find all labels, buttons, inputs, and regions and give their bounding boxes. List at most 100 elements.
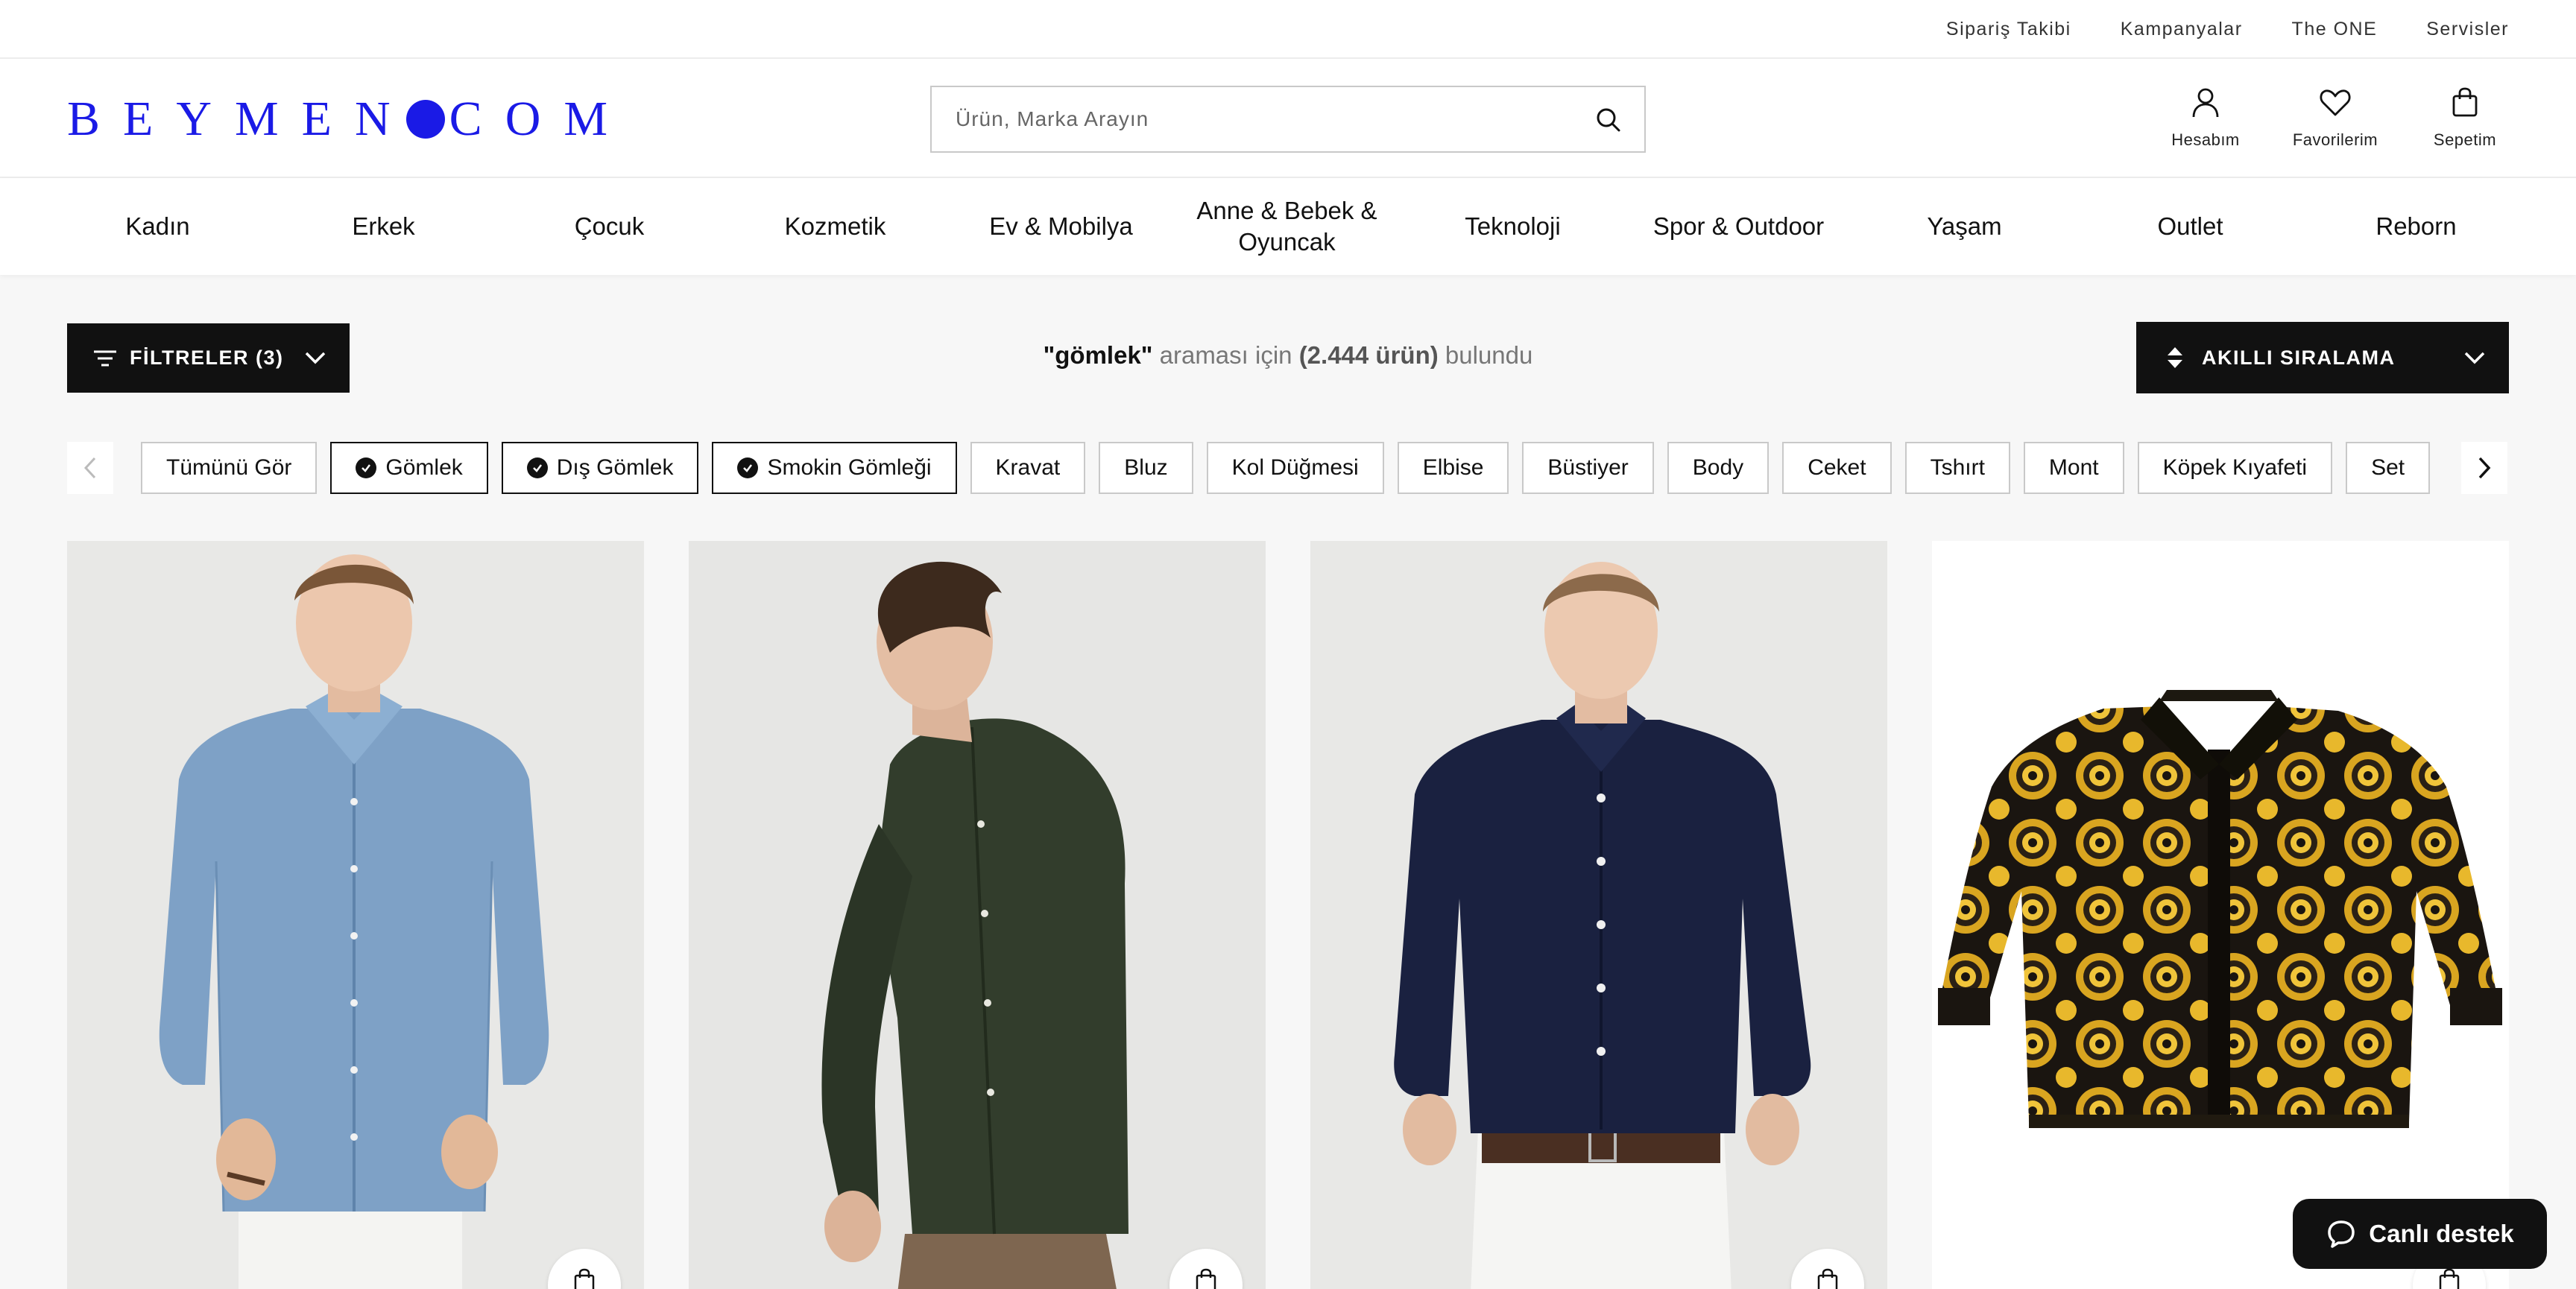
search-input[interactable] — [956, 87, 1567, 151]
result-count: (2.444 ürün) — [1298, 341, 1439, 369]
chip-label: Smokin Gömleği — [767, 455, 932, 480]
site-header: BEYMEN COM Hesabım Favorilerim — [0, 59, 2576, 178]
chip-label: Büstiyer — [1547, 455, 1629, 480]
cart-button[interactable]: Sepetim — [2421, 84, 2509, 150]
nav-item-erkek[interactable]: Erkek — [271, 178, 496, 275]
main-category-nav: Kadın Erkek Çocuk Kozmetik Ev & Mobilya … — [0, 178, 2576, 275]
chips-prev-button[interactable] — [67, 442, 113, 494]
shopping-bag-icon — [2439, 1268, 2460, 1289]
chip-dis-gomlek[interactable]: Dış Gömlek — [501, 442, 699, 494]
product-image — [67, 541, 644, 1289]
beymen-logo[interactable]: BEYMEN COM — [67, 92, 631, 146]
chip-label: Body — [1692, 455, 1744, 480]
live-support-label: Canlı destek — [2369, 1220, 2514, 1247]
chip-label: Ceket — [1808, 455, 1866, 480]
favorites-button[interactable]: Favorilerim — [2291, 84, 2379, 150]
shopping-bag-icon — [2452, 87, 2478, 117]
product-image — [1310, 541, 1887, 1289]
heart-icon — [2320, 89, 2351, 116]
product-card[interactable] — [1932, 541, 2509, 1289]
product-image — [689, 541, 1266, 1289]
utility-links: Sipariş Takibi Kampanyalar The ONE Servi… — [1946, 0, 2509, 59]
chip-kopek-kiyafeti[interactable]: Köpek Kıyafeti — [2137, 442, 2333, 494]
campaigns-link[interactable]: Kampanyalar — [2121, 19, 2243, 40]
user-icon — [2192, 88, 2219, 118]
category-chips: Tümünü Gör Gömlek Dış Gömlek Smokin Göml… — [141, 442, 2431, 494]
shopping-bag-icon — [574, 1268, 595, 1289]
chip-set[interactable]: Set — [2346, 442, 2431, 494]
chat-bubble-icon — [2328, 1220, 2355, 1248]
chip-label: Set — [2371, 455, 2405, 480]
logo-text-left: BEYMEN — [67, 92, 414, 146]
live-support-button[interactable]: Canlı destek — [2293, 1199, 2547, 1269]
shopping-bag-icon — [1196, 1268, 1216, 1289]
sort-label: AKILLI SIRALAMA — [2202, 346, 2396, 369]
search-result-summary: "gömlek" araması için (2.444 ürün) bulun… — [932, 341, 1644, 370]
chip-label: Tümünü Gör — [166, 455, 292, 480]
check-icon — [526, 457, 548, 478]
product-card[interactable] — [1310, 541, 1887, 1289]
chip-label: Kravat — [995, 455, 1061, 480]
chevron-right-icon — [2478, 457, 2491, 479]
chip-label: Bluz — [1124, 455, 1168, 480]
chip-bluz[interactable]: Bluz — [1099, 442, 1193, 494]
order-tracking-link[interactable]: Sipariş Takibi — [1946, 19, 2071, 40]
product-card[interactable] — [67, 541, 644, 1289]
chip-mont[interactable]: Mont — [2023, 442, 2124, 494]
the-one-link[interactable]: The ONE — [2292, 19, 2378, 40]
chevron-down-icon — [305, 352, 326, 364]
search-box — [930, 86, 1646, 153]
nav-item-yasam[interactable]: Yaşam — [1852, 178, 2077, 275]
services-link[interactable]: Servisler — [2426, 19, 2509, 40]
logo-text-right: COM — [449, 92, 631, 146]
chevron-down-icon — [2464, 352, 2485, 364]
chip-label: Tshırt — [1930, 455, 1985, 480]
filters-button[interactable]: FİLTRELER (3) — [67, 323, 350, 393]
nav-item-outlet[interactable]: Outlet — [2077, 178, 2303, 275]
nav-item-anne-bebek[interactable]: Anne & Bebek & Oyuncak — [1174, 178, 1400, 275]
sort-icon — [2168, 347, 2182, 368]
shopping-bag-icon — [1817, 1268, 1838, 1289]
account-button[interactable]: Hesabım — [2162, 84, 2250, 150]
chip-smokin-gomlegi[interactable]: Smokin Gömleği — [712, 442, 957, 494]
chips-next-button[interactable] — [2461, 442, 2507, 494]
filters-label: FİLTRELER (3) — [130, 346, 284, 369]
sort-dropdown[interactable]: AKILLI SIRALAMA — [2136, 322, 2509, 393]
nav-item-teknoloji[interactable]: Teknoloji — [1400, 178, 1626, 275]
nav-item-kozmetik[interactable]: Kozmetik — [722, 178, 948, 275]
result-mid-text: araması için — [1152, 341, 1299, 369]
chip-kol-dugmesi[interactable]: Kol Düğmesi — [1206, 442, 1384, 494]
result-end-text: bulundu — [1438, 341, 1533, 369]
chip-tshirt[interactable]: Tshırt — [1904, 442, 2010, 494]
product-image — [1932, 541, 2509, 1289]
favorites-label: Favorilerim — [2292, 130, 2378, 149]
account-label: Hesabım — [2171, 130, 2240, 149]
chevron-left-icon — [83, 457, 96, 479]
logo-dot — [405, 100, 445, 139]
filter-icon — [94, 350, 116, 366]
nav-item-kadin[interactable]: Kadın — [45, 178, 271, 275]
header-actions: Hesabım Favorilerim Sepetim — [2162, 84, 2509, 150]
check-icon — [356, 457, 377, 478]
nav-item-reborn[interactable]: Reborn — [2303, 178, 2529, 275]
chip-gomlek[interactable]: Gömlek — [330, 442, 488, 494]
chip-ceket[interactable]: Ceket — [1782, 442, 1892, 494]
product-card[interactable] — [689, 541, 1266, 1289]
nav-item-ev-mobilya[interactable]: Ev & Mobilya — [948, 178, 1174, 275]
chip-label: Mont — [2048, 455, 2099, 480]
chip-label: Elbise — [1422, 455, 1484, 480]
nav-item-spor-outdoor[interactable]: Spor & Outdoor — [1626, 178, 1852, 275]
chip-label: Köpek Kıyafeti — [2162, 455, 2308, 480]
nav-item-cocuk[interactable]: Çocuk — [496, 178, 722, 275]
chip-label: Kol Düğmesi — [1231, 455, 1359, 480]
search-query: "gömlek" — [1043, 341, 1153, 369]
chip-kravat[interactable]: Kravat — [970, 442, 1086, 494]
chip-tumunu-gor[interactable]: Tümünü Gör — [141, 442, 318, 494]
chip-elbise[interactable]: Elbise — [1397, 442, 1509, 494]
chip-bustiyer[interactable]: Büstiyer — [1522, 442, 1654, 494]
chip-label: Dış Gömlek — [556, 455, 674, 480]
check-icon — [737, 457, 759, 478]
search-icon[interactable] — [1594, 105, 1623, 135]
cart-label: Sepetim — [2433, 130, 2497, 149]
chip-body[interactable]: Body — [1667, 442, 1770, 494]
